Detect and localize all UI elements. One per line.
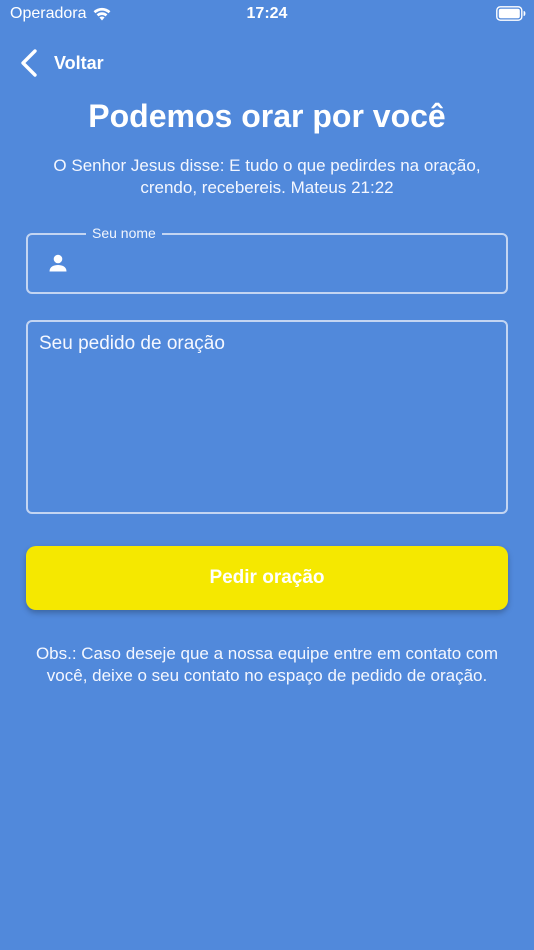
back-label: Voltar: [54, 52, 104, 73]
status-bar: Operadora 17:24: [0, 0, 534, 28]
prayer-request-field[interactable]: [26, 320, 508, 514]
name-input[interactable]: [86, 243, 496, 285]
back-button[interactable]: Voltar: [18, 46, 104, 80]
name-field-label: Seu nome: [86, 224, 162, 242]
prayer-request-screen: Operadora 17:24 Voltar Podemos orar por …: [0, 0, 534, 950]
person-icon: [49, 254, 67, 272]
bible-verse: O Senhor Jesus disse: E tudo o que pedir…: [53, 156, 481, 197]
name-field[interactable]: Seu nome: [26, 224, 508, 294]
clock: 17:24: [246, 5, 288, 22]
request-prayer-button[interactable]: Pedir oração: [26, 546, 508, 610]
contact-note: Obs.: Caso deseje que a nossa equipe ent…: [35, 644, 499, 685]
chevron-left-icon: [21, 49, 37, 77]
prayer-request-input[interactable]: [39, 332, 495, 504]
battery-icon: [496, 6, 526, 21]
page-title: Podemos orar por você: [88, 98, 446, 134]
